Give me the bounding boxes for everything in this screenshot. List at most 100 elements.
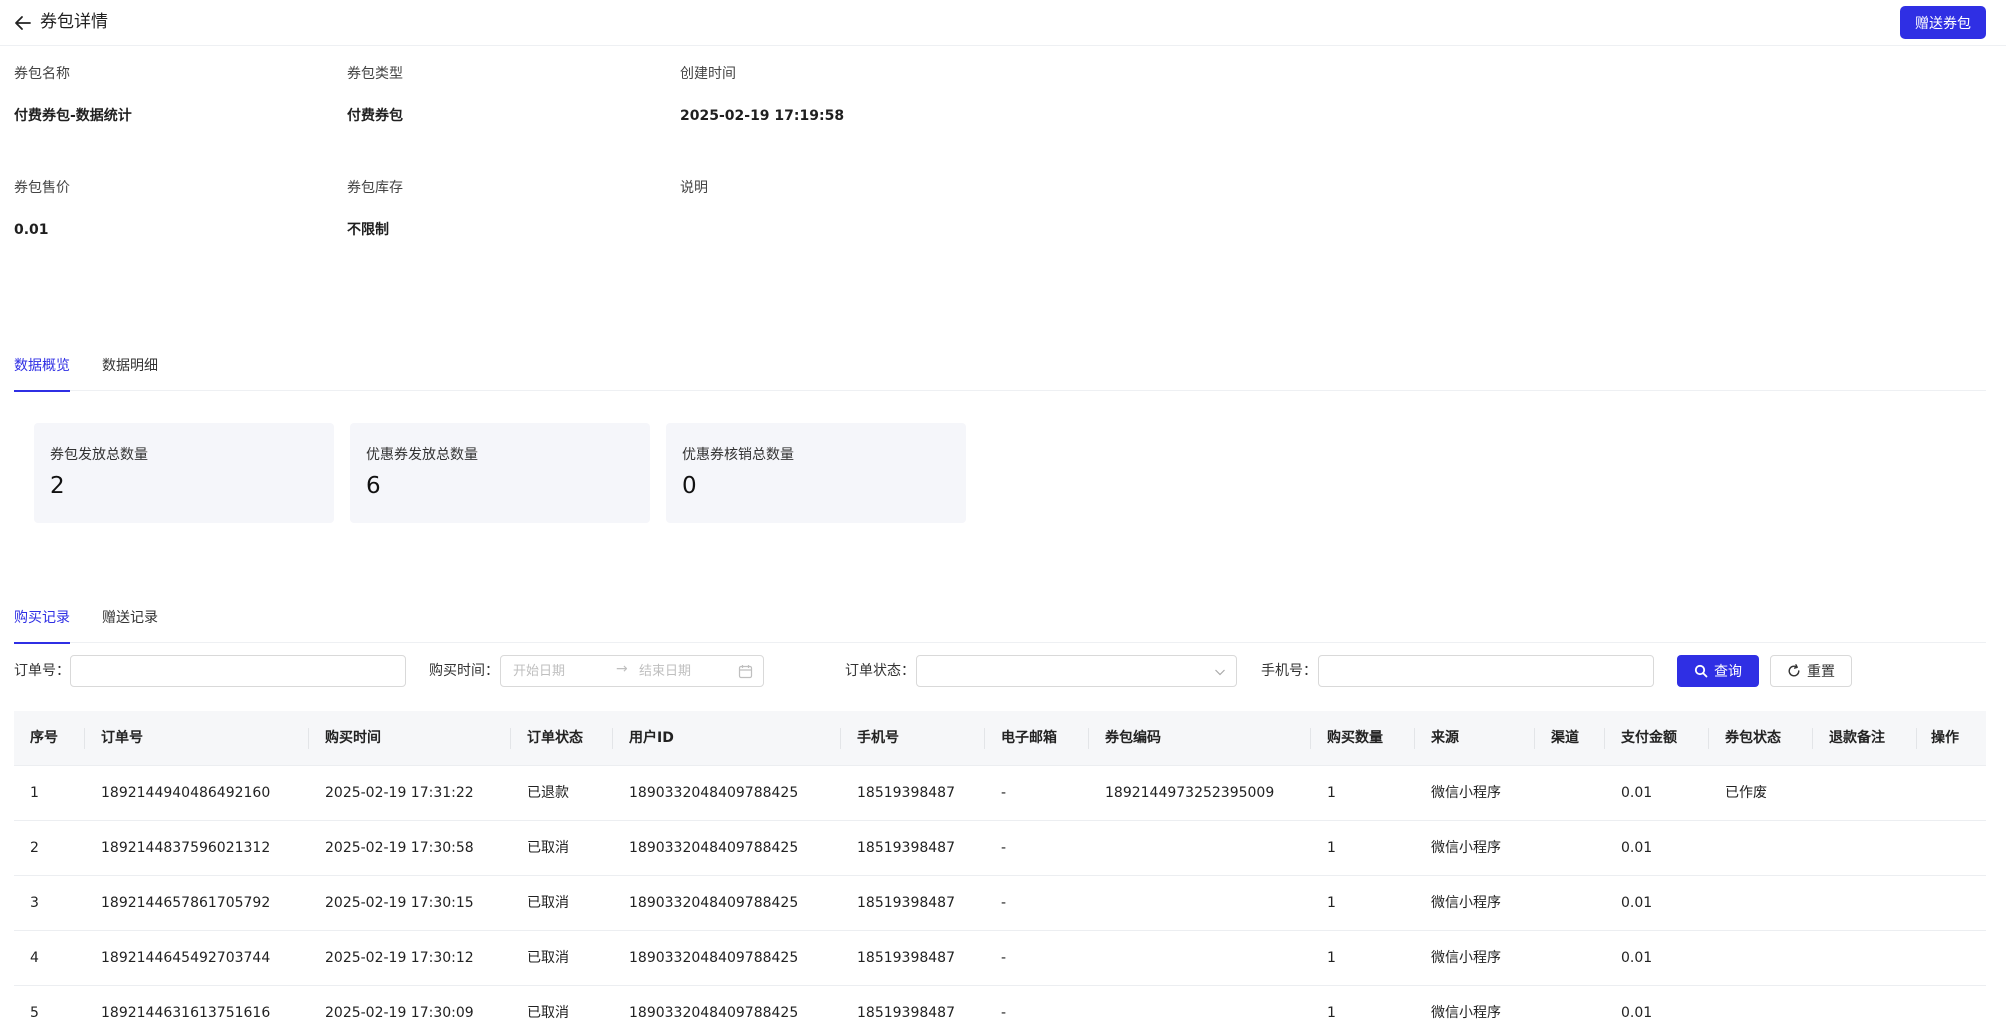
start-date-input[interactable] (513, 656, 609, 686)
cell-pay-amount: 0.01 (1621, 785, 1653, 801)
cell-email: - (1001, 840, 1007, 856)
cell-phone: 18519398487 (857, 840, 955, 856)
info-label: 券包名称 (14, 66, 70, 82)
date-range-arrow-icon: → (616, 661, 628, 677)
cell-package-code: 1892144973252395009 (1105, 785, 1275, 801)
info-label: 说明 (680, 180, 708, 196)
page-title: 券包详情 (40, 12, 108, 32)
info-label: 券包售价 (14, 180, 70, 196)
cell-purchase-time: 2025-02-19 17:30:15 (325, 895, 474, 911)
info-package-price: 券包售价 0.01 (14, 178, 70, 238)
cell-user-id: 1890332048409788425 (629, 840, 799, 856)
cell-email: - (1001, 785, 1007, 801)
info-description: 说明 (680, 178, 708, 198)
cell-order-no: 1892144631613751616 (101, 1005, 271, 1021)
column-header-purchase-time: 购买时间 (325, 730, 381, 746)
tab-purchase-records[interactable]: 购买记录 (14, 607, 70, 644)
tab-gift-records[interactable]: 赠送记录 (102, 607, 158, 643)
info-label: 券包类型 (347, 66, 403, 82)
stat-value: 2 (50, 473, 65, 499)
chevron-down-icon (1215, 669, 1225, 676)
search-icon (1694, 664, 1708, 678)
stat-value: 6 (366, 473, 381, 499)
info-value: 2025-02-19 17:19:58 (680, 108, 845, 124)
refresh-icon (1788, 664, 1800, 677)
phone-input[interactable] (1318, 655, 1654, 687)
reset-button[interactable]: 重置 (1770, 655, 1852, 687)
cell-order-no: 1892144940486492160 (101, 785, 271, 801)
cell-user-id: 1890332048409788425 (629, 785, 799, 801)
table-row: 2 1892144837596021312 2025-02-19 17:30:5… (14, 821, 1986, 876)
cell-phone: 18519398487 (857, 895, 955, 911)
column-header-package-status: 券包状态 (1725, 730, 1781, 746)
cell-order-status: 已退款 (527, 785, 569, 801)
info-value: 付费券包 (347, 108, 403, 124)
stat-card-coupon-redeemed: 优惠券核销总数量 0 (666, 423, 966, 523)
reset-button-label: 重置 (1807, 664, 1835, 680)
table-row: 4 1892144645492703744 2025-02-19 17:30:1… (14, 931, 1986, 986)
column-header-order-no: 订单号 (101, 730, 143, 746)
cell-order-no: 1892144645492703744 (101, 950, 271, 966)
calendar-icon (738, 665, 753, 679)
cell-index: 2 (30, 840, 39, 856)
gift-package-button[interactable]: 赠送券包 (1900, 6, 1986, 39)
end-date-input[interactable] (639, 656, 735, 686)
cell-phone: 18519398487 (857, 950, 955, 966)
cell-email: - (1001, 950, 1007, 966)
back-arrow-icon[interactable] (12, 12, 34, 34)
stat-label: 优惠券核销总数量 (682, 447, 794, 463)
phone-label: 手机号： (1261, 663, 1317, 679)
cell-purchase-time: 2025-02-19 17:30:12 (325, 950, 474, 966)
cell-package-status: 已作废 (1725, 785, 1767, 801)
info-created-time: 创建时间 2025-02-19 17:19:58 (680, 64, 844, 124)
column-header-quantity: 购买数量 (1327, 730, 1383, 746)
query-button-label: 查询 (1714, 664, 1742, 680)
cell-user-id: 1890332048409788425 (629, 950, 799, 966)
cell-order-status: 已取消 (527, 1005, 569, 1021)
table-row: 5 1892144631613751616 2025-02-19 17:30:0… (14, 986, 1986, 1033)
info-value: 付费券包-数据统计 (14, 108, 132, 124)
info-package-name: 券包名称 付费券包-数据统计 (14, 64, 132, 124)
stat-card-coupon-issued: 优惠券发放总数量 6 (350, 423, 650, 523)
cell-index: 1 (30, 785, 39, 801)
cell-index: 5 (30, 1005, 39, 1021)
cell-source: 微信小程序 (1431, 840, 1501, 856)
table-row: 1 1892144940486492160 2025-02-19 17:31:2… (14, 766, 1986, 821)
order-status-select[interactable] (916, 655, 1237, 687)
tab-data-details[interactable]: 数据明细 (102, 355, 158, 391)
column-header-pay-amount: 支付金额 (1621, 730, 1677, 746)
cell-order-status: 已取消 (527, 895, 569, 911)
cell-quantity: 1 (1327, 1005, 1336, 1021)
order-no-input[interactable] (70, 655, 406, 687)
order-status-label: 订单状态： (845, 663, 915, 679)
cell-quantity: 1 (1327, 950, 1336, 966)
info-value: 不限制 (347, 222, 389, 238)
cell-pay-amount: 0.01 (1621, 895, 1653, 911)
cell-pay-amount: 0.01 (1621, 840, 1653, 856)
cell-user-id: 1890332048409788425 (629, 895, 799, 911)
cell-source: 微信小程序 (1431, 895, 1501, 911)
cell-purchase-time: 2025-02-19 17:31:22 (325, 785, 474, 801)
stat-label: 券包发放总数量 (50, 447, 148, 463)
query-button[interactable]: 查询 (1677, 655, 1759, 687)
info-label: 创建时间 (680, 66, 736, 82)
info-package-stock: 券包库存 不限制 (347, 178, 403, 238)
cell-quantity: 1 (1327, 840, 1336, 856)
tab-data-overview[interactable]: 数据概览 (14, 355, 70, 392)
stat-value: 0 (682, 473, 697, 499)
column-header-user-id: 用户ID (629, 730, 674, 746)
column-header-refund-note: 退款备注 (1829, 730, 1885, 746)
cell-user-id: 1890332048409788425 (629, 1005, 799, 1021)
cell-pay-amount: 0.01 (1621, 950, 1653, 966)
info-package-type: 券包类型 付费券包 (347, 64, 403, 124)
column-header-email: 电子邮箱 (1001, 730, 1057, 746)
cell-purchase-time: 2025-02-19 17:30:09 (325, 1005, 474, 1021)
table-header: 序号 订单号 购买时间 订单状态 用户ID 手机号 电子邮箱 券包编码 购买数量… (14, 711, 1986, 766)
cell-email: - (1001, 1005, 1007, 1021)
column-header-channel: 渠道 (1551, 730, 1579, 746)
cell-order-status: 已取消 (527, 840, 569, 856)
column-header-index: 序号 (30, 730, 58, 746)
purchase-date-range[interactable]: → (500, 655, 764, 687)
cell-order-no: 1892144657861705792 (101, 895, 271, 911)
cell-quantity: 1 (1327, 895, 1336, 911)
